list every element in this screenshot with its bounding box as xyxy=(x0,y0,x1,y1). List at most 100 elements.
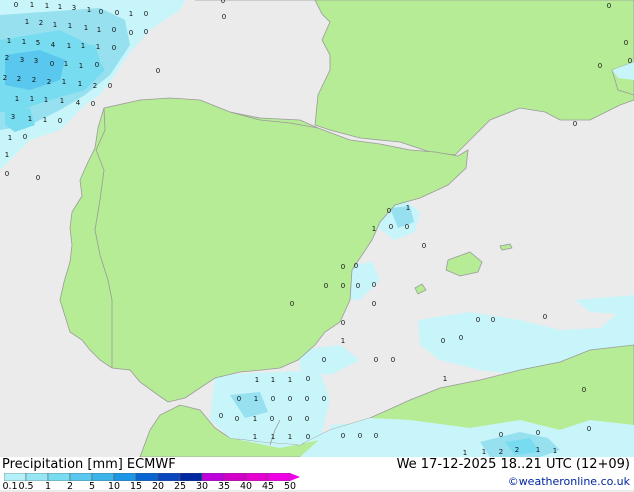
precip-value-label: 0 xyxy=(306,433,310,441)
precip-value-label: 0 xyxy=(112,44,116,52)
precip-value-label: 0 xyxy=(628,57,632,65)
precip-value-label: 1 xyxy=(271,433,275,441)
precip-value-label: 0 xyxy=(99,8,103,16)
precip-value-label: 1 xyxy=(8,134,12,142)
precip-value-label: 1 xyxy=(96,43,100,51)
precip-value-label: 0 xyxy=(271,395,275,403)
precip-value-label: 0 xyxy=(129,29,133,37)
precip-value-label: 0 xyxy=(144,28,148,36)
precip-value-label: 1 xyxy=(67,42,71,50)
precip-value-label: 0 xyxy=(374,356,378,364)
precip-value-label: 0 xyxy=(341,282,345,290)
legend-swatch xyxy=(25,473,49,481)
precip-value-label: 0 xyxy=(391,356,395,364)
precip-value-label: 0 xyxy=(115,9,119,17)
precip-value-label: 1 xyxy=(341,337,345,345)
precip-value-label: 2 xyxy=(5,54,9,62)
precip-value-label: 0 xyxy=(50,60,54,68)
precip-value-label: 0 xyxy=(288,395,292,403)
precip-value-label: 0 xyxy=(341,263,345,271)
legend-swatch xyxy=(91,473,115,481)
legend-tick-label: 25 xyxy=(173,481,187,492)
precip-value-label: 0 xyxy=(5,170,9,178)
precip-value-label: 1 xyxy=(536,446,540,454)
precip-value-label: 0 xyxy=(58,117,62,125)
credit-link[interactable]: ©weatheronline.co.uk xyxy=(508,475,630,488)
precip-value-label: 1 xyxy=(79,62,83,70)
legend-swatch xyxy=(267,473,291,481)
precip-value-label: 0 xyxy=(387,207,391,215)
precip-value-label: 2 xyxy=(499,448,503,456)
precip-value-label: 0 xyxy=(422,242,426,250)
legend-tick-label: 5 xyxy=(88,481,96,492)
precip-value-label: 1 xyxy=(81,42,85,50)
legend-color-bar xyxy=(4,473,300,481)
precip-value-label: 0 xyxy=(441,337,445,345)
precip-value-label: 1 xyxy=(553,447,557,455)
legend-tick-label: 45 xyxy=(261,481,275,492)
precip-value-label: 1 xyxy=(64,60,68,68)
product-title: Precipitation [mm] xyxy=(2,457,123,472)
precip-value-label: 1 xyxy=(22,38,26,46)
precip-value-label: 0 xyxy=(372,300,376,308)
precip-value-label: 0 xyxy=(322,395,326,403)
precip-value-label: 0 xyxy=(598,62,602,70)
precip-value-label: 2 xyxy=(47,78,51,86)
legend-swatch xyxy=(113,473,137,481)
precipitation-map: 0 1 1 1 3 1 0 0 1 0 0 0 1 2 1 1 1 1 0 0 0 1 1 5 4 1 1 1 0 2 3 3 0 1 1 0 0 2 2 2… xyxy=(0,0,634,457)
precip-value-label: 0 xyxy=(587,425,591,433)
precip-value-label: 3 xyxy=(11,113,15,121)
precip-value-label: 0 xyxy=(405,223,409,231)
precip-value-label: 0 xyxy=(95,61,99,69)
legend-swatch xyxy=(201,473,225,481)
map-title: Precipitation [mm] ECMWF xyxy=(2,457,176,472)
precip-value-label: 1 xyxy=(406,204,410,212)
precip-value-label: 0 xyxy=(270,415,274,423)
precip-value-label: 0 xyxy=(108,82,112,90)
precip-value-label: 2 xyxy=(32,76,36,84)
legend-tick-label: 2 xyxy=(66,481,74,492)
precip-value-label: 0 xyxy=(237,395,241,403)
legend-tick-label: 0.5 xyxy=(18,481,34,492)
precip-value-label: 1 xyxy=(129,10,133,18)
precip-value-label: 0 xyxy=(290,300,294,308)
precip-value-label: 0 xyxy=(358,432,362,440)
legend-tick-label: 50 xyxy=(283,481,297,492)
precip-value-label: 3 xyxy=(72,4,76,12)
precip-value-label: 1 xyxy=(288,433,292,441)
precip-value-label: 0 xyxy=(372,281,376,289)
precip-value-label: 0 xyxy=(356,282,360,290)
precip-value-label: 1 xyxy=(254,395,258,403)
precip-value-label: 0 xyxy=(219,412,223,420)
precip-value-label: 0 xyxy=(288,415,292,423)
legend-tick-label: 15 xyxy=(129,481,143,492)
precip-value-label: 0 xyxy=(536,429,540,437)
precip-value-label: 1 xyxy=(30,95,34,103)
precip-value-label: 1 xyxy=(15,95,19,103)
precip-value-label: 1 xyxy=(288,376,292,384)
precip-value-label: 0 xyxy=(607,2,611,10)
legend-tick-label: 30 xyxy=(195,481,209,492)
precip-value-label: 0 xyxy=(354,262,358,270)
footer: Precipitation [mm] ECMWF We 17-12-2025 18… xyxy=(0,457,634,492)
precip-value-label: 1 xyxy=(97,26,101,34)
precip-value-label: 0 xyxy=(221,0,225,5)
precip-value-label: 1 xyxy=(68,22,72,30)
legend-swatch xyxy=(245,473,269,481)
precip-value-label: 0 xyxy=(36,174,40,182)
precip-value-label: 1 xyxy=(253,433,257,441)
precip-value-label: 0 xyxy=(582,386,586,394)
precip-value-label: 4 xyxy=(51,41,56,49)
precip-value-label: 0 xyxy=(573,120,577,128)
precip-value-label: 1 xyxy=(25,18,29,26)
precip-value-label: 0 xyxy=(499,431,503,439)
legend-tick-label: 35 xyxy=(217,481,231,492)
precip-value-label: 0 xyxy=(624,39,628,47)
precip-value-label: 0 xyxy=(91,100,95,108)
precip-value-label: 1 xyxy=(58,3,62,11)
precip-value-label: 1 xyxy=(43,116,47,124)
precip-value-label: 1 xyxy=(253,415,257,423)
precip-value-label: 2 xyxy=(93,82,97,90)
precip-value-label: 0 xyxy=(222,13,226,21)
model-name: ECMWF xyxy=(126,457,176,472)
